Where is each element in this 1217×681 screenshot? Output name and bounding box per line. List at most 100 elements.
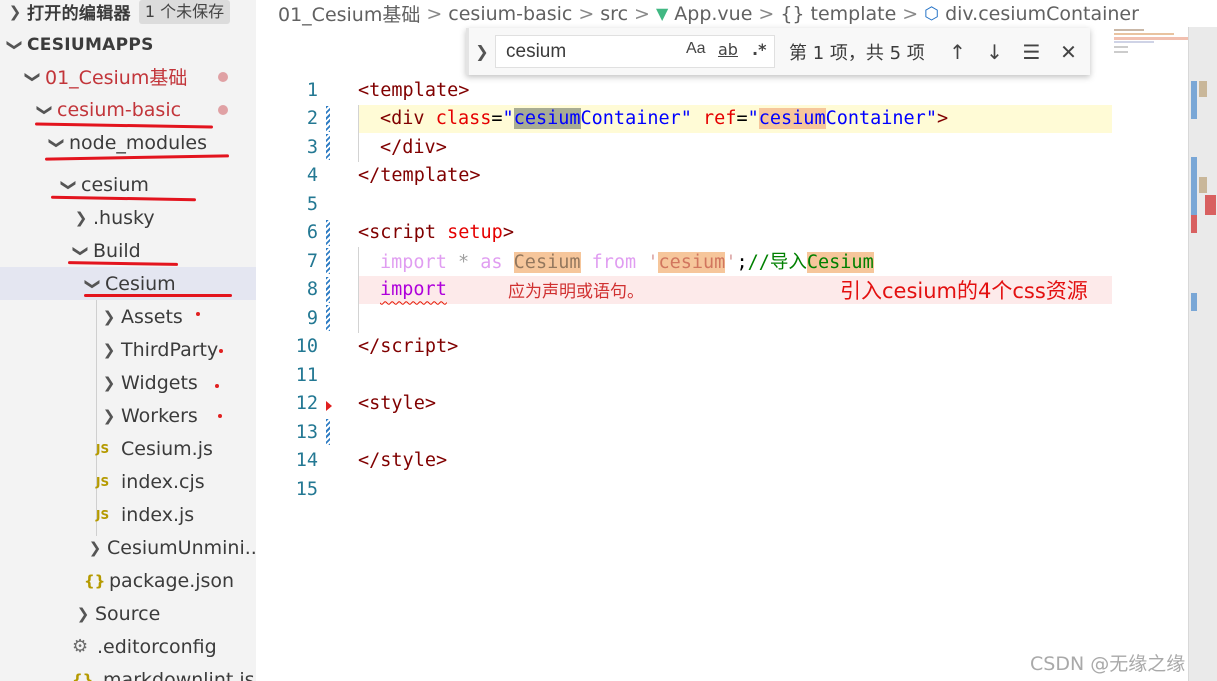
line-number: 8 [306, 279, 318, 301]
tree-folder-husky[interactable]: ❯ .husky [0, 201, 256, 234]
chevron-right-icon: ❯ [102, 340, 116, 359]
token: ref [703, 108, 737, 130]
chevron-right-icon: > [902, 2, 919, 25]
chevron-right-icon: > [426, 2, 443, 25]
token: style [380, 450, 436, 472]
find-in-selection-icon[interactable]: ☰ [1013, 40, 1050, 64]
find-input-box[interactable]: Aa ab .* [495, 35, 775, 68]
tree-folder-cesium-unminified[interactable]: ❯ CesiumUnmini... [0, 531, 256, 564]
watermark: CSDN @无缘之缘 [1030, 653, 1186, 675]
find-input[interactable] [506, 40, 676, 63]
line-number: 3 [306, 136, 318, 158]
token: template [380, 165, 470, 187]
token: </ [380, 136, 403, 158]
tree-folder-widgets[interactable]: ❯ Widgets [0, 366, 256, 399]
token: > [936, 108, 949, 130]
token: > [424, 393, 436, 415]
chevron-right-icon: ❯ [74, 208, 88, 227]
chevron-down-icon: ❯ [6, 38, 24, 51]
token: Container [580, 108, 681, 130]
tree-label: .editorconfig [97, 635, 217, 658]
regex-toggle[interactable]: .* [752, 40, 766, 59]
code-text: <div class="cesiumContainer" ref="cesium… [380, 108, 949, 130]
breadcrumb-item[interactable]: template [811, 3, 897, 25]
tree-folder-thirdparty[interactable]: ❯ ThirdParty [0, 333, 256, 366]
gear-icon: ⚙ [72, 636, 89, 657]
breadcrumb-item[interactable]: App.vue [674, 3, 752, 25]
code-editor[interactable]: 1 <template> 2 <div class="cesiumContain… [256, 76, 1188, 681]
token: > [435, 450, 448, 472]
code-line: 3 </div> [256, 133, 1188, 162]
line-number: 15 [295, 478, 318, 500]
code-line: 14 </style> [256, 447, 1188, 476]
code-text: </style> [358, 450, 447, 471]
tree-file-index-js[interactable]: JS index.js [0, 498, 256, 531]
token: class [435, 108, 492, 130]
js-file-icon: JS [96, 474, 110, 489]
next-match-arrow-down-icon[interactable]: ↓ [976, 40, 1013, 64]
vue-icon: ▼ [655, 4, 669, 23]
tree-label: node_modules [69, 131, 208, 154]
chevron-down-icon: ❯ [84, 277, 102, 290]
whole-word-toggle[interactable]: ab [718, 40, 738, 59]
token: < [380, 108, 392, 130]
open-editors-section[interactable]: ❯ 打开的编辑器 1 个未保存 [0, 0, 256, 28]
js-file-icon: JS [96, 507, 110, 522]
chevron-right-icon: > [578, 2, 595, 25]
previous-match-arrow-up-icon[interactable]: ↑ [939, 40, 976, 64]
code-text: import [380, 279, 447, 300]
tree-file-package-json[interactable]: {} package.json [0, 564, 256, 597]
line-number: 2 [306, 108, 318, 130]
toggle-replace-chevron-icon[interactable]: ❯ [469, 42, 495, 61]
token: ' [647, 252, 659, 274]
unsaved-badge: 1 个未保存 [138, 0, 231, 24]
tree-file-editorconfig[interactable]: ⚙ .editorconfig [0, 630, 256, 663]
token: template [369, 79, 459, 101]
token: </ [358, 336, 381, 358]
tree-folder-source[interactable]: ❯ Source [0, 597, 256, 630]
token: < [358, 393, 370, 415]
close-icon[interactable]: ✕ [1050, 40, 1087, 64]
tree-folder-assets[interactable]: ❯ Assets [0, 300, 256, 333]
modified-dot [218, 72, 228, 82]
match-count: 第 1 项，共 5 项 [789, 42, 925, 64]
tree-file-index-cjs[interactable]: JS index.cjs [0, 465, 256, 498]
token: > [502, 222, 514, 244]
js-file-icon: JS [96, 441, 110, 456]
open-editors-label: 打开的编辑器 [27, 4, 131, 24]
search-match: cesium [658, 252, 726, 274]
tree-file-markdownlint[interactable]: {} .markdownlint.js [0, 663, 256, 681]
code-line: 1 <template> [256, 76, 1188, 105]
tree-file-cesium-js[interactable]: JS Cesium.js [0, 432, 256, 465]
breadcrumb-item[interactable]: src [600, 3, 628, 25]
line-number: 10 [295, 336, 318, 358]
code-line: 12 <style> [256, 390, 1188, 419]
token: " [747, 108, 759, 130]
minimap[interactable] [1110, 27, 1192, 57]
tree-label: Workers [121, 404, 198, 427]
search-match: Cesium [513, 252, 581, 274]
tree-folder-cesium[interactable]: ❯ cesium [0, 168, 256, 201]
token: " [925, 108, 937, 130]
project-section[interactable]: ❯ CESIUMAPPS [0, 28, 256, 61]
minimap-line [1114, 37, 1192, 40]
tree-label: CesiumUnmini... [107, 536, 256, 559]
token: < [358, 79, 370, 101]
search-match-current: cesium [513, 108, 581, 130]
minimap-line [1114, 33, 1174, 35]
chevron-right-icon: ❯ [76, 604, 90, 623]
code-text: <template> [358, 80, 469, 101]
breadcrumb-item[interactable]: div.cesiumContainer [945, 3, 1139, 25]
chevron-right-icon: ❯ [88, 538, 102, 557]
code-line: 13 [256, 418, 1188, 447]
line-number: 1 [306, 79, 318, 101]
breadcrumb-item[interactable]: cesium-basic [448, 3, 572, 25]
tree-label: Cesium.js [121, 437, 213, 460]
token: style [369, 393, 425, 415]
match-case-toggle[interactable]: Aa [686, 40, 706, 58]
breadcrumb-item[interactable]: 01_Cesium基础 [278, 0, 420, 27]
annotation-text: 引入cesium的4个css资源 [840, 278, 1088, 303]
vertical-scrollbar[interactable] [1188, 27, 1217, 681]
token: Container [825, 108, 926, 130]
code-text: import * as Cesium from 'cesium';//导入Ces… [380, 248, 874, 274]
